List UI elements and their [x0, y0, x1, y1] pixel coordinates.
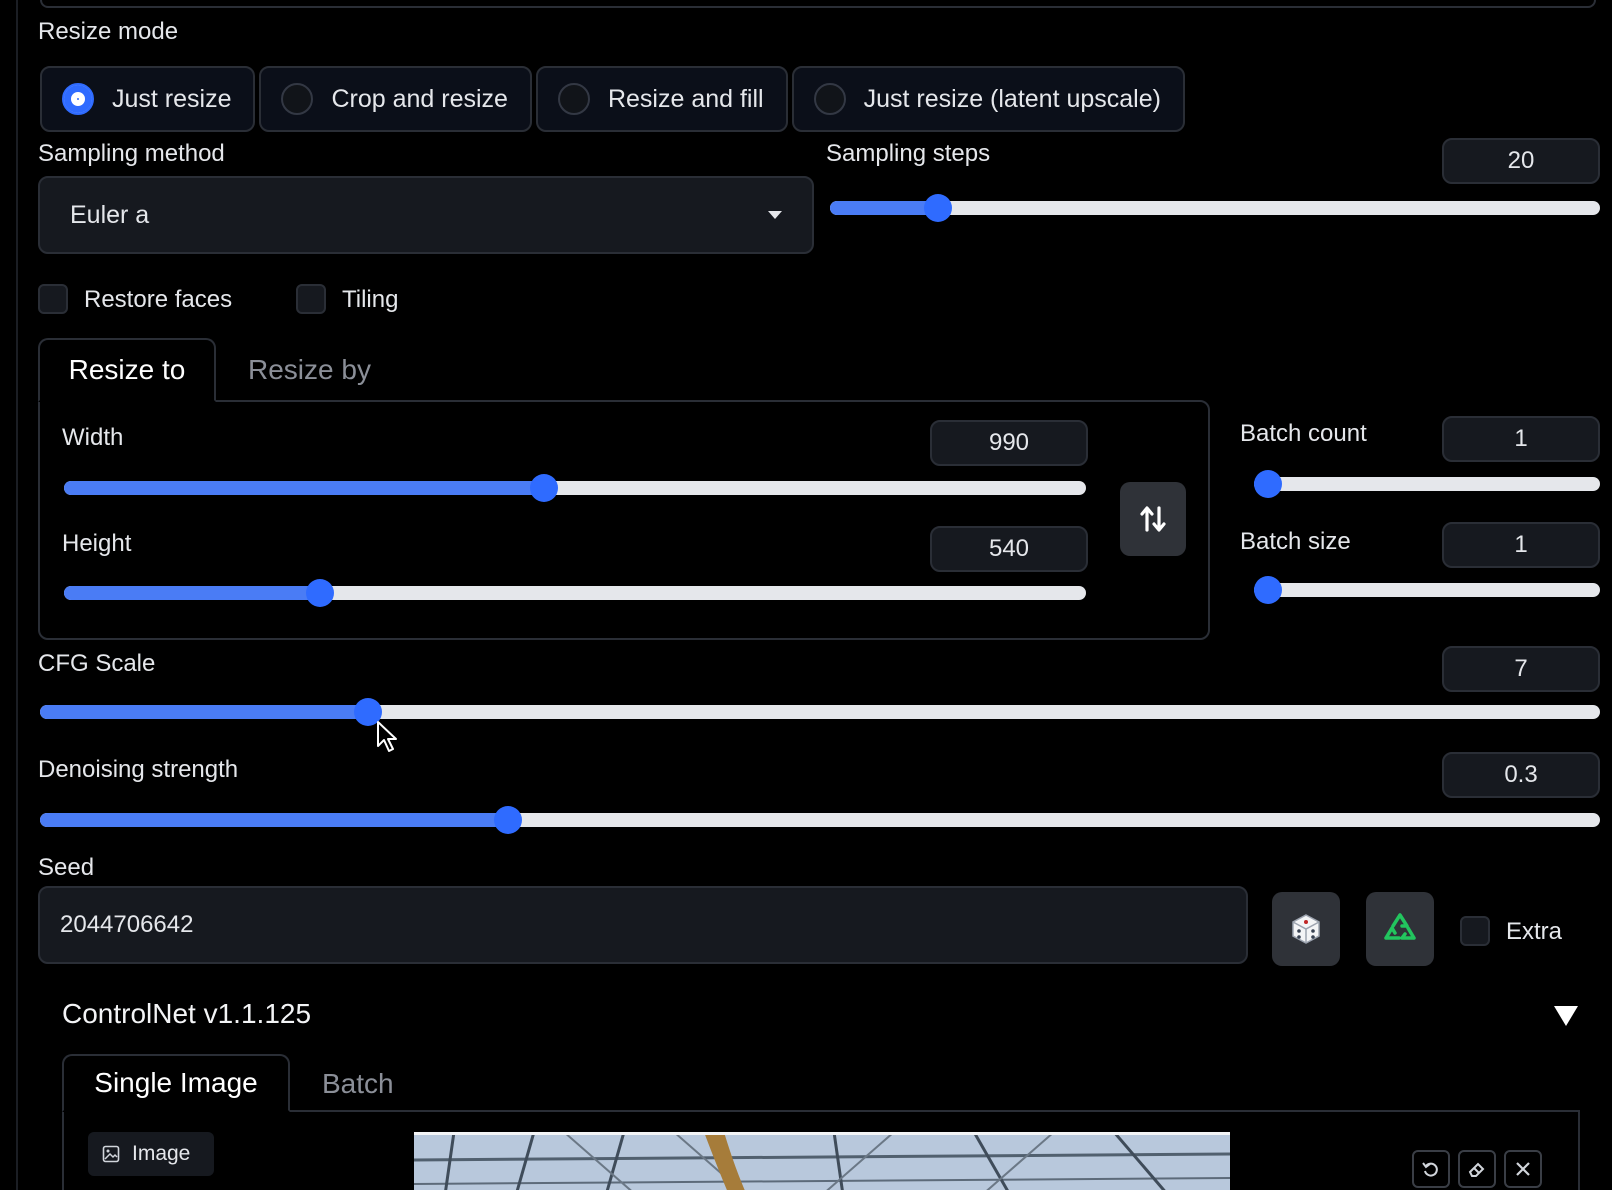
radio-indicator — [557, 83, 590, 115]
slider-fill — [40, 813, 508, 827]
sampling-method-label: Sampling method — [38, 140, 225, 167]
previous-panel-edge — [40, 0, 1596, 8]
sampling-method-value: Euler a — [70, 200, 150, 229]
tab-batch[interactable]: Batch — [322, 1068, 394, 1100]
dice-icon — [1292, 914, 1320, 944]
batch-count-input[interactable]: 1 — [1442, 416, 1600, 462]
extra-checkbox[interactable] — [1460, 916, 1490, 946]
restore-faces-label: Restore faces — [84, 286, 233, 313]
triangle-down-icon[interactable] — [1552, 1004, 1580, 1028]
radio-label: Just resize (latent upscale) — [863, 84, 1161, 113]
batch-size-slider[interactable] — [1254, 568, 1600, 612]
resize-mode-radio-group: Just resize Crop and resize Resize and f… — [40, 66, 1185, 132]
tiling-label: Tiling — [342, 286, 399, 313]
controlnet-title: ControlNet v1.1.125 — [62, 998, 312, 1029]
seed-input[interactable]: 2044706642 — [38, 886, 1248, 964]
batch-size-input[interactable]: 1 — [1442, 522, 1600, 568]
tab-single-image[interactable]: Single Image — [62, 1054, 290, 1112]
radio-label: Just resize — [112, 84, 232, 113]
slider-thumb[interactable] — [923, 194, 952, 222]
seed-label: Seed — [38, 854, 95, 881]
radio-resize-and-fill[interactable]: Resize and fill — [535, 66, 788, 132]
slider-fill — [40, 705, 368, 719]
batch-count-slider[interactable] — [1254, 462, 1600, 506]
radio-just-resize-latent[interactable]: Just resize (latent upscale) — [791, 66, 1185, 132]
cfg-scale-input[interactable]: 7 — [1442, 646, 1600, 692]
cfg-scale-label: CFG Scale — [38, 650, 156, 677]
radio-just-resize[interactable]: Just resize — [40, 66, 256, 132]
preview-image — [414, 1132, 1230, 1190]
image-icon — [102, 1145, 120, 1163]
controlnet-image-preview[interactable] — [414, 1132, 1230, 1190]
slider-track — [1254, 477, 1600, 491]
image-badge: Image — [88, 1132, 214, 1176]
undo-icon — [1422, 1162, 1438, 1177]
height-slider[interactable] — [64, 571, 1086, 615]
sampling-steps-input[interactable]: 20 — [1442, 138, 1600, 184]
image-toolbar — [1412, 1150, 1542, 1188]
width-slider[interactable] — [64, 466, 1086, 510]
erase-button[interactable] — [1458, 1150, 1496, 1188]
width-label: Width — [62, 424, 124, 451]
radio-label: Crop and resize — [331, 84, 508, 113]
slider-thumb[interactable] — [305, 579, 334, 607]
batch-size-label: Batch size — [1240, 528, 1351, 555]
image-badge-label: Image — [132, 1142, 191, 1165]
slider-fill — [64, 586, 320, 600]
cfg-scale-slider[interactable] — [40, 690, 1600, 734]
batch-count-label: Batch count — [1240, 420, 1367, 447]
extra-label: Extra — [1506, 918, 1563, 945]
tiling-checkbox[interactable] — [296, 284, 326, 314]
close-button[interactable] — [1504, 1150, 1542, 1188]
slider-fill — [830, 201, 938, 215]
recycle-icon — [1384, 913, 1416, 940]
denoising-label: Denoising strength — [38, 756, 239, 783]
sampling-steps-slider[interactable] — [830, 186, 1600, 230]
sampling-steps-label: Sampling steps — [826, 140, 991, 167]
slider-thumb[interactable] — [1254, 576, 1282, 604]
resize-mode-label: Resize mode — [38, 18, 179, 45]
random-seed-button[interactable] — [1272, 892, 1340, 966]
height-input[interactable]: 540 — [930, 526, 1088, 572]
tab-resize-by[interactable]: Resize by — [248, 354, 371, 386]
slider-thumb[interactable] — [530, 474, 559, 502]
sampling-method-dropdown[interactable]: Euler a — [38, 176, 814, 254]
slider-track — [1254, 583, 1600, 597]
denoising-slider[interactable] — [40, 798, 1600, 842]
swap-vertical-icon — [1140, 506, 1166, 532]
slider-thumb[interactable] — [1254, 470, 1282, 498]
radio-crop-and-resize[interactable]: Crop and resize — [259, 66, 532, 132]
radio-indicator — [813, 83, 846, 115]
chevron-down-icon — [768, 211, 782, 219]
left-border — [16, 0, 18, 1190]
eraser-icon — [1468, 1162, 1485, 1177]
radio-indicator-selected — [62, 83, 94, 115]
mouse-cursor-icon — [377, 721, 397, 752]
width-input[interactable]: 990 — [930, 420, 1088, 466]
radio-label: Resize and fill — [607, 84, 764, 113]
undo-button[interactable] — [1412, 1150, 1450, 1188]
tab-resize-to[interactable]: Resize to — [38, 338, 216, 402]
radio-indicator — [281, 83, 314, 115]
slider-fill — [64, 481, 545, 495]
height-label: Height — [62, 530, 132, 557]
denoising-input[interactable]: 0.3 — [1442, 752, 1600, 798]
swap-dimensions-button[interactable] — [1120, 482, 1186, 556]
reuse-seed-button[interactable] — [1366, 892, 1434, 966]
close-icon — [1516, 1162, 1530, 1176]
slider-thumb[interactable] — [494, 806, 522, 834]
restore-faces-checkbox[interactable] — [38, 284, 68, 314]
